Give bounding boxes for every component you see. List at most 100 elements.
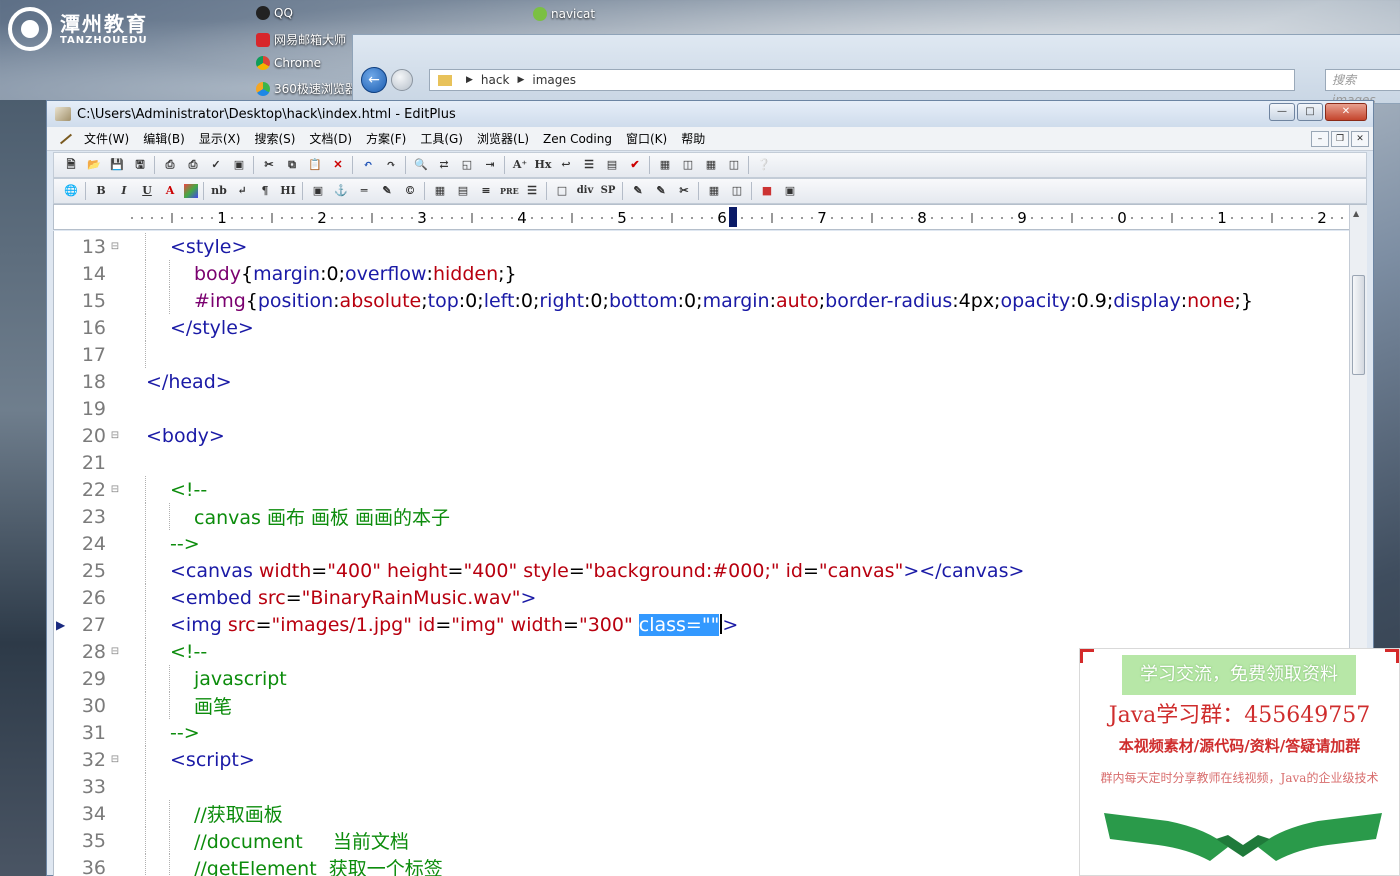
- fold-toggle-icon[interactable]: ⊟: [108, 646, 122, 657]
- save-icon[interactable]: 💾: [108, 156, 126, 174]
- title-bar[interactable]: C:\Users\Administrator\Desktop\hack\inde…: [47, 101, 1373, 127]
- underline-button[interactable]: U: [138, 182, 156, 200]
- directory-icon[interactable]: ◫: [725, 156, 743, 174]
- bold-button[interactable]: B: [92, 182, 110, 200]
- edit-icon[interactable]: ✎: [629, 182, 647, 200]
- code-line[interactable]: 20 ⊟ <body>: [54, 422, 1349, 449]
- menu-item[interactable]: 工具(G): [413, 130, 470, 147]
- ad-banner[interactable]: 学习交流，免费领取资料 Java学习群：455649757 本视频素材/源代码/…: [1079, 648, 1400, 876]
- image-icon[interactable]: ▣: [309, 182, 327, 200]
- maximize-button[interactable]: □: [1297, 103, 1323, 121]
- list-icon[interactable]: ☰: [523, 182, 541, 200]
- spellcheck-icon[interactable]: ✓: [207, 156, 225, 174]
- line-number-icon[interactable]: ▤: [603, 156, 621, 174]
- anchor-icon[interactable]: ⚓: [332, 182, 350, 200]
- goto-line-icon[interactable]: ⇥: [481, 156, 499, 174]
- breadcrumb-item[interactable]: hack: [481, 73, 510, 87]
- cliptext-icon[interactable]: ▦: [702, 156, 720, 174]
- undo-icon[interactable]: ↶: [359, 156, 377, 174]
- form-icon[interactable]: ▤: [454, 182, 472, 200]
- comment-icon[interactable]: ©: [401, 182, 419, 200]
- code-line[interactable]: 17: [54, 341, 1349, 368]
- doc-close-button[interactable]: ✕: [1351, 131, 1369, 147]
- fold-toggle-icon[interactable]: ⊟: [108, 754, 122, 765]
- div-button[interactable]: div: [576, 182, 594, 200]
- print-preview-icon[interactable]: ⎙: [161, 156, 179, 174]
- ruler-toggle-icon[interactable]: ☰: [580, 156, 598, 174]
- hex-icon[interactable]: Hx: [534, 156, 552, 174]
- tile-icon[interactable]: ◫: [679, 156, 697, 174]
- replace-icon[interactable]: ⇄: [435, 156, 453, 174]
- cut-icon[interactable]: ✂: [260, 156, 278, 174]
- desktop-icon-navicat[interactable]: navicat: [533, 7, 595, 21]
- forward-button[interactable]: [391, 69, 413, 91]
- scroll-up-icon[interactable]: ▲: [1353, 209, 1359, 218]
- desktop-icon-mail[interactable]: 网易邮箱大师: [256, 31, 346, 48]
- doc-restore-button[interactable]: ❐: [1331, 131, 1349, 147]
- font-icon[interactable]: A⁺: [511, 156, 529, 174]
- italic-button[interactable]: I: [115, 182, 133, 200]
- minimize-button[interactable]: —: [1269, 103, 1295, 121]
- table-icon[interactable]: ▦: [431, 182, 449, 200]
- find-icon[interactable]: 🔍: [412, 156, 430, 174]
- code-line[interactable]: 23 canvas 画布 画板 画画的本子: [54, 503, 1349, 530]
- open-folder-icon[interactable]: 📂: [85, 156, 103, 174]
- code-line[interactable]: 15 #img{position: absolute; top:0; left:0; ri…: [54, 287, 1349, 314]
- code-line[interactable]: 27 ▶ <img src = "images/1.jpg" id = "img" widt…: [54, 611, 1349, 638]
- color-block-icon[interactable]: ■: [758, 182, 776, 200]
- nbsp-button[interactable]: nb: [210, 182, 228, 200]
- fold-toggle-icon[interactable]: ⊟: [108, 430, 122, 441]
- menu-item[interactable]: 文档(D): [302, 130, 359, 147]
- menu-item[interactable]: 帮助: [674, 130, 712, 147]
- menu-item[interactable]: 显示(X): [192, 130, 248, 147]
- scroll-thumb[interactable]: [1352, 275, 1365, 375]
- doc-minimize-button[interactable]: –: [1311, 131, 1329, 147]
- back-button[interactable]: ←: [361, 67, 387, 93]
- code-line[interactable]: 24 -->: [54, 530, 1349, 557]
- search-input[interactable]: 搜索 images: [1325, 69, 1400, 107]
- span-button[interactable]: SP: [599, 182, 617, 200]
- menu-item[interactable]: 搜索(S): [247, 130, 302, 147]
- hr-icon[interactable]: ═: [355, 182, 373, 200]
- delete-icon[interactable]: ✕: [329, 156, 347, 174]
- code-line[interactable]: 18 </head>: [54, 368, 1349, 395]
- browser-preview-icon[interactable]: ▣: [230, 156, 248, 174]
- pencil-icon[interactable]: ✎: [378, 182, 396, 200]
- desktop-icon-360[interactable]: 360极速浏览器: [256, 80, 357, 97]
- menu-item[interactable]: 方案(F): [359, 130, 413, 147]
- code-line[interactable]: 26 <embed src = "BinaryRainMusic.wav" >: [54, 584, 1349, 611]
- panel-icon[interactable]: ▣: [781, 182, 799, 200]
- layer-icon[interactable]: ◫: [728, 182, 746, 200]
- address-bar[interactable]: ▶ hack ▶ images: [429, 69, 1295, 91]
- breadcrumb-item[interactable]: images: [532, 73, 576, 87]
- highlight-icon[interactable]: ✎: [652, 182, 670, 200]
- code-line[interactable]: 13 ⊟ <style>: [54, 233, 1349, 260]
- find-in-files-icon[interactable]: ◱: [458, 156, 476, 174]
- code-line[interactable]: 21: [54, 449, 1349, 476]
- help-pointer-icon[interactable]: ❔: [755, 156, 773, 174]
- frame-icon[interactable]: ▦: [705, 182, 723, 200]
- heading-button[interactable]: HI: [279, 182, 297, 200]
- save-all-icon[interactable]: 🖫: [131, 156, 149, 174]
- code-line[interactable]: 19: [54, 395, 1349, 422]
- paste-icon[interactable]: 📋: [306, 156, 324, 174]
- copy-icon[interactable]: ⧉: [283, 156, 301, 174]
- menu-item[interactable]: 文件(W): [77, 130, 136, 147]
- align-center-icon[interactable]: ≡: [477, 182, 495, 200]
- fold-toggle-icon[interactable]: ⊟: [108, 484, 122, 495]
- print-icon[interactable]: ⎙: [184, 156, 202, 174]
- pre-button[interactable]: PRE: [500, 182, 519, 200]
- code-line[interactable]: 22 ⊟ <!--: [54, 476, 1349, 503]
- globe-icon[interactable]: 🌐: [62, 182, 80, 200]
- close-button[interactable]: ✕: [1325, 103, 1367, 121]
- window-list-icon[interactable]: ▦: [656, 156, 674, 174]
- menu-item[interactable]: 窗口(K): [619, 130, 674, 147]
- paragraph-icon[interactable]: ¶: [256, 182, 274, 200]
- desktop-icon-qq[interactable]: QQ: [256, 6, 293, 20]
- menu-item[interactable]: Zen Coding: [536, 132, 619, 146]
- code-line[interactable]: 25 <canvas width = "400" height = "400" style…: [54, 557, 1349, 584]
- code-line[interactable]: 14 body{margin:0; overflow: hidden;}: [54, 260, 1349, 287]
- scissors-icon[interactable]: ✂: [675, 182, 693, 200]
- text-box-icon[interactable]: □: [553, 182, 571, 200]
- desktop-icon-chrome[interactable]: Chrome: [256, 56, 321, 70]
